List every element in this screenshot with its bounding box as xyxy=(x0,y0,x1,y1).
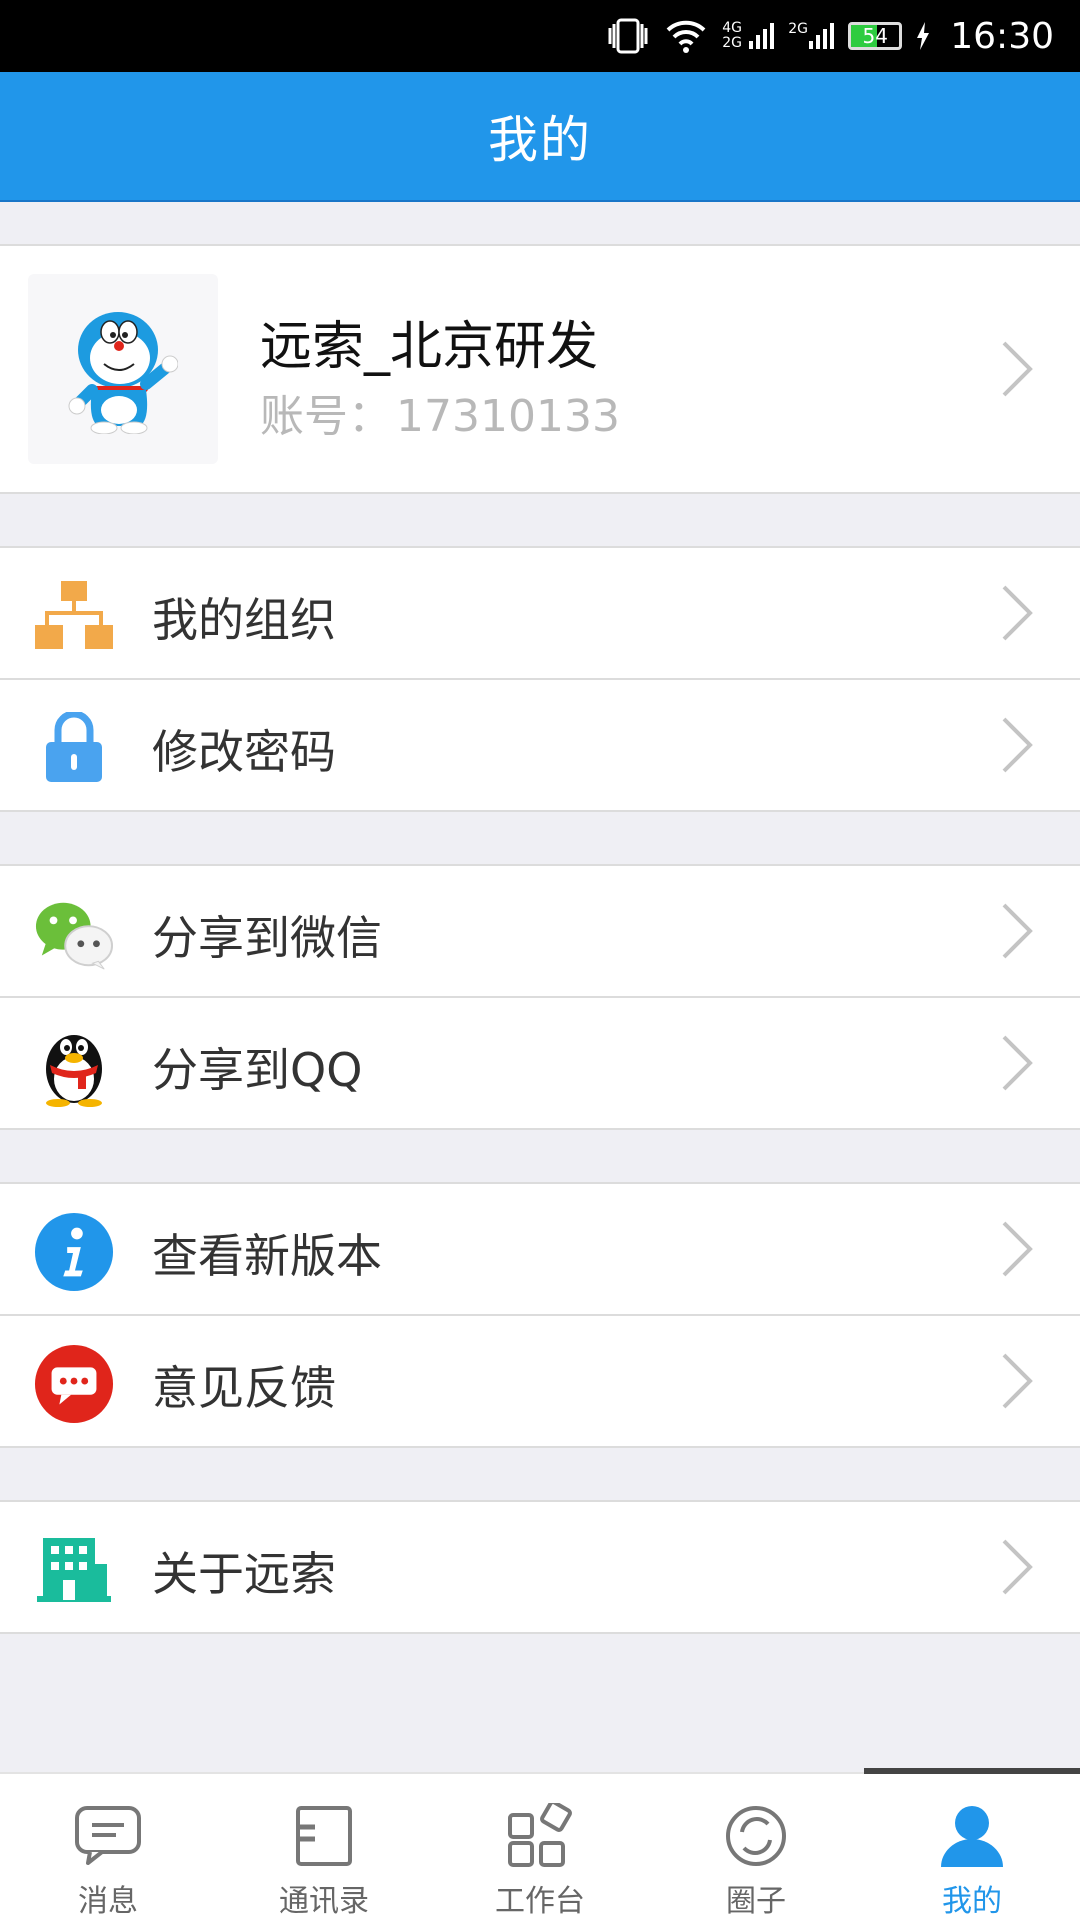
header-bar: 我的 xyxy=(0,72,1080,202)
signal-2g-icon: 2G xyxy=(788,21,835,51)
tab-me[interactable]: 我的 xyxy=(864,1768,1080,1920)
chevron-right-icon xyxy=(1002,1035,1033,1091)
building-icon xyxy=(34,1530,114,1610)
signal-4g-icon: 4G 2G xyxy=(722,20,775,51)
chevron-right-icon xyxy=(1002,585,1033,641)
divider xyxy=(0,1128,1080,1130)
page-title: 我的 xyxy=(488,111,592,169)
network-type-label-2: 2G xyxy=(788,21,809,37)
account-value: 17310133 xyxy=(396,391,620,442)
divider xyxy=(0,1446,1080,1448)
person-icon xyxy=(937,1802,1007,1870)
menu-label-feedback: 意见反馈 xyxy=(152,1361,336,1415)
menu-label-share-wechat: 分享到微信 xyxy=(152,911,382,965)
contacts-icon xyxy=(289,1802,359,1870)
menu-item-share-qq[interactable]: 分享到QQ xyxy=(0,998,1080,1128)
menu-label-check-version: 查看新版本 xyxy=(152,1229,382,1283)
tab-label: 消息 xyxy=(78,1884,138,1919)
wifi-icon xyxy=(664,18,708,54)
circle-icon xyxy=(721,1802,791,1870)
profile-name: 远索_北京研发 xyxy=(260,317,599,377)
workbench-icon xyxy=(505,1802,575,1870)
menu-item-organization[interactable]: 我的组织 xyxy=(0,548,1080,678)
menu-item-change-password[interactable]: 修改密码 xyxy=(0,680,1080,810)
wechat-icon xyxy=(34,894,114,974)
doraemon-avatar-icon xyxy=(68,312,178,434)
chevron-right-icon xyxy=(1002,1539,1033,1595)
charging-icon xyxy=(916,22,930,50)
profile-account: 账号：17310133 xyxy=(260,380,620,444)
menu-label-change-password: 修改密码 xyxy=(152,725,336,779)
menu-item-share-wechat[interactable]: 分享到微信 xyxy=(0,866,1080,996)
tab-label: 圈子 xyxy=(726,1884,786,1919)
menu-item-about[interactable]: 关于远索 xyxy=(0,1502,1080,1632)
battery-indicator: 54 xyxy=(848,22,903,50)
menu-item-check-version[interactable]: 查看新版本 xyxy=(0,1184,1080,1314)
profile-card[interactable]: 远索_北京研发 账号：17310133 xyxy=(0,244,1080,494)
vibrate-icon xyxy=(606,16,650,56)
org-chart-icon xyxy=(34,576,114,656)
clock: 16:30 xyxy=(950,15,1054,57)
menu-label-share-qq: 分享到QQ xyxy=(152,1043,363,1097)
info-icon xyxy=(34,1212,114,1292)
chevron-right-icon xyxy=(1002,341,1033,397)
tab-circle[interactable]: 圈子 xyxy=(648,1774,864,1920)
chevron-right-icon xyxy=(1002,1353,1033,1409)
account-label: 账号： xyxy=(260,391,392,442)
divider xyxy=(0,1632,1080,1634)
network-type-label: 4G 2G xyxy=(722,20,743,51)
chevron-right-icon xyxy=(1002,717,1033,773)
menu-item-feedback[interactable]: 意见反馈 xyxy=(0,1316,1080,1446)
tab-label: 我的 xyxy=(942,1884,1002,1919)
qq-penguin-icon xyxy=(34,1026,114,1107)
menu-label-about: 关于远索 xyxy=(152,1547,336,1601)
status-bar: 4G 2G 2G 54 16:30 xyxy=(0,0,1080,72)
divider xyxy=(0,810,1080,812)
battery-percent: 54 xyxy=(862,24,888,48)
tab-workbench[interactable]: 工作台 xyxy=(432,1774,648,1920)
chevron-right-icon xyxy=(1002,903,1033,959)
tab-messages[interactable]: 消息 xyxy=(0,1774,216,1920)
chat-icon xyxy=(73,1802,143,1870)
lock-icon xyxy=(34,708,114,788)
avatar[interactable] xyxy=(28,274,218,464)
menu-label-organization: 我的组织 xyxy=(152,593,336,647)
chevron-right-icon xyxy=(1002,1221,1033,1277)
feedback-chat-icon xyxy=(34,1344,114,1424)
bottom-tab-bar: 消息 通讯录 工作台 圈子 我的 xyxy=(0,1768,1080,1920)
tab-contacts[interactable]: 通讯录 xyxy=(216,1774,432,1920)
tab-label: 通讯录 xyxy=(279,1884,369,1919)
tab-label: 工作台 xyxy=(495,1884,585,1919)
